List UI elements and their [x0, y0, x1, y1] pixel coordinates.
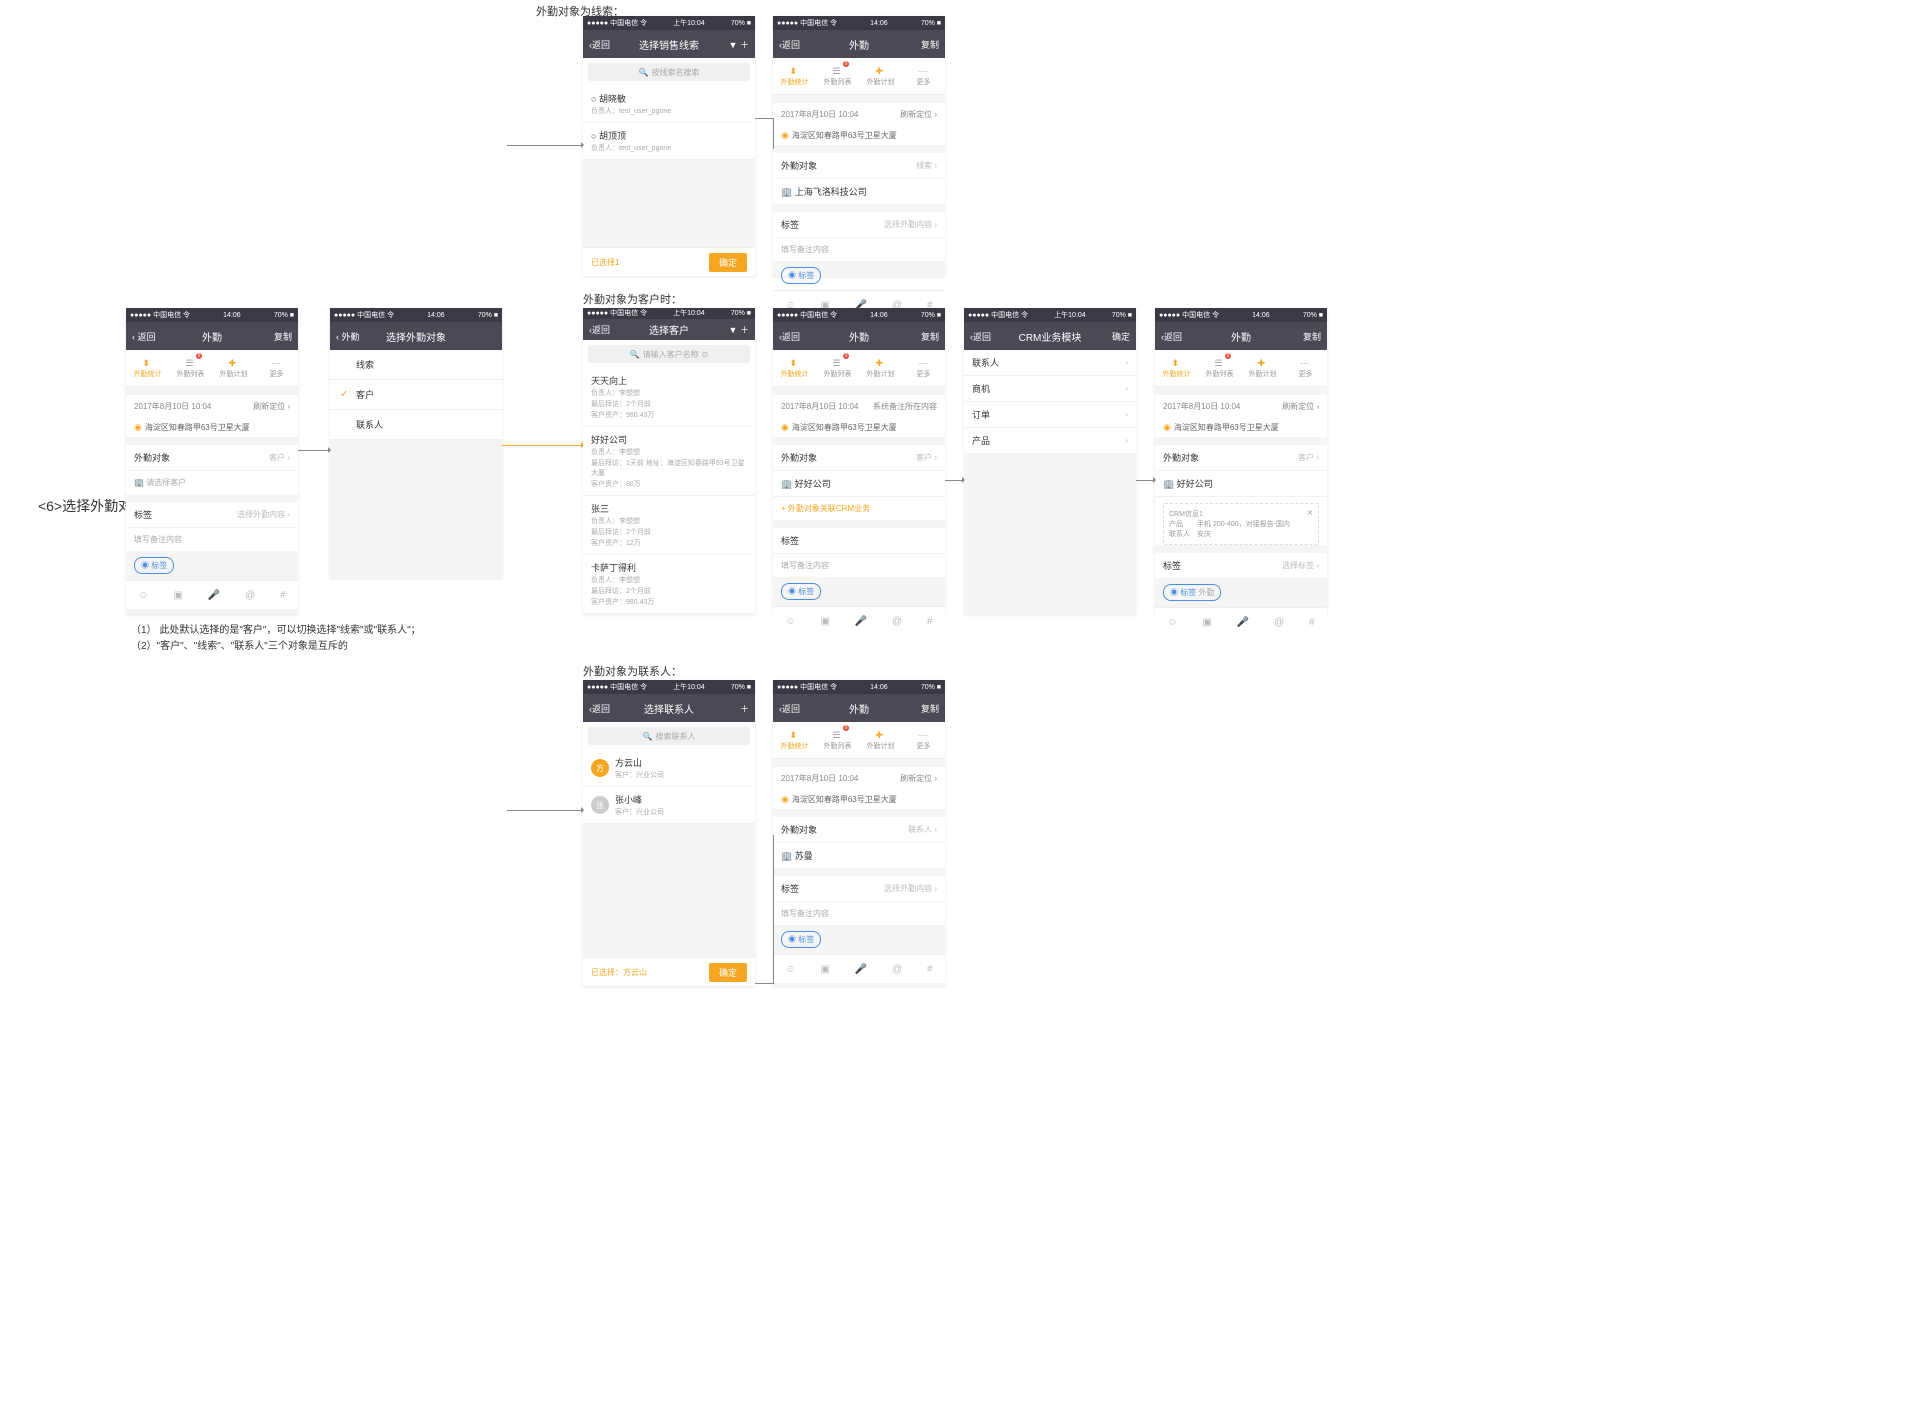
list-item[interactable]: 好好公司负责人：李想想最后拜访：1天前 地址：海淀区知春路甲63号卫星大厦客户资… [583, 427, 755, 496]
option-customer[interactable]: ✓客户 [330, 380, 502, 410]
add-crm-link[interactable]: + 外勤对象关联CRM业务 [773, 497, 945, 520]
tab-more[interactable]: ⋯更多 [255, 350, 298, 386]
confirm-button[interactable]: 确定 [709, 963, 747, 982]
list-item[interactable]: 方方云山客户：兴业公司 [583, 750, 755, 787]
tab-plan[interactable]: ✚外勤计划 [212, 350, 255, 386]
arrow-a-b [298, 450, 330, 451]
arrow-lead-to-outwork [755, 118, 774, 149]
filter-icon[interactable]: ▼ [729, 40, 738, 50]
confirm-button[interactable]: 确定 [1102, 330, 1130, 343]
phone-outwork-customer-crm: ●●●●● 中国电信 令14:0670% ■ ‹返回外勤复制 ⬍外勤统计☰9外勤… [1155, 308, 1327, 614]
arrow-contact-to-outwork [755, 835, 774, 984]
crm-option[interactable]: 联系人› [964, 350, 1136, 376]
arrow-to-contact [507, 810, 583, 811]
phone-select-target-type: ●●●●● 中国电信 令14:0670% ■ ‹ 外勤 选择外勤对象 线索 ✓客… [330, 308, 502, 578]
crm-option[interactable]: 产品› [964, 428, 1136, 453]
selected-contact: 已选择：方云山 [591, 967, 647, 978]
status-bar: ●●●●● 中国电信 令14:0670% ■ [126, 308, 298, 322]
hash-icon[interactable]: # [280, 590, 286, 601]
tab-bar: ⬍外勤统计 ☰9外勤列表 ✚外勤计划 ⋯更多 [126, 350, 298, 387]
arrow-to-lead [507, 145, 583, 146]
label-customer-scenario: 外勤对象为客户时： [583, 291, 682, 307]
back-button[interactable]: ‹返回 [779, 38, 807, 51]
phone-outwork-customer: ●●●●● 中国电信 令14:0670% ■ ‹返回外勤复制 ⬍外勤统计☰9外勤… [773, 308, 945, 614]
target-placeholder[interactable]: 🏢 请选择客户 [134, 477, 186, 488]
add-icon[interactable]: ＋ [740, 40, 749, 50]
remark-label: 标签 [134, 508, 152, 521]
nav-title: 选择外勤对象 [386, 329, 446, 344]
refresh-location[interactable]: 刷新定位 › [253, 401, 290, 412]
crm-option[interactable]: 订单› [964, 402, 1136, 428]
search-input[interactable]: 🔍 搜索联系人 [588, 727, 750, 745]
tab-stat[interactable]: ⬍外勤统计 [126, 350, 169, 386]
confirm-button[interactable]: 确定 [709, 253, 747, 272]
emoji-icon[interactable]: ☺ [138, 590, 148, 601]
phone-crm-template: ●●●●● 中国电信 令上午10:0470% ■ ‹返回CRM业务模块确定 联系… [964, 308, 1136, 614]
nav-title: 选择销售线索 [639, 37, 699, 52]
option-contact[interactable]: 联系人 [330, 410, 502, 440]
notes: （1） 此处默认选择的是"客户"，可以切换选择"线索"或"联系人"； （2）"客… [131, 623, 421, 655]
label-contact-scenario: 外勤对象为联系人： [583, 663, 682, 679]
list-item[interactable]: ○ 胡顶顶负责人：test_user_pgone [583, 123, 755, 160]
crm-card: CRM信息1✕ 产品 手机 200-400，对接报告-国内 联系人 安庆 [1163, 503, 1319, 545]
pin-icon: ◉ [134, 422, 142, 433]
search-input[interactable]: 🔍 按线索名搜索 [588, 63, 750, 81]
back-button[interactable]: ‹ 返回 [132, 330, 160, 343]
close-icon[interactable]: ✕ [1307, 509, 1313, 519]
list-item[interactable]: 卡萨丁得利负责人：李想想最后拜访：2个月前客户资产：980.43万 [583, 555, 755, 614]
phone-outwork-initial: ●●●●● 中国电信 令14:0670% ■ ‹ 返回 外勤 复制 ⬍外勤统计 … [126, 308, 298, 614]
list-item[interactable]: 张三负责人：李想想最后拜访：2个月前客户资产：12万 [583, 496, 755, 555]
target-value[interactable]: 🏢 上海飞洛科技公司 [781, 185, 867, 198]
list-item[interactable]: 张张小峰客户：兴业公司 [583, 787, 755, 824]
list-item[interactable]: ○ 胡晓敏负责人：test_user_pgone [583, 86, 755, 123]
arrow-customer-crm [945, 480, 964, 481]
crm-option[interactable]: 商机› [964, 376, 1136, 402]
toolbar: ☺ ▣ 🎤 @ # [126, 580, 298, 609]
at-icon[interactable]: @ [245, 590, 255, 601]
back-button[interactable]: ‹ 外勤 [336, 330, 364, 343]
nav-title: 外勤 [202, 329, 222, 344]
list-item[interactable]: 天天向上负责人：李想想最后拜访：2个月前客户资产：980.43万 [583, 368, 755, 427]
add-icon[interactable]: ＋ [740, 325, 749, 335]
address: 海淀区知春路甲63号卫星大厦 [145, 422, 250, 433]
selected-count: 已选择1 [591, 257, 619, 268]
back-button[interactable]: ‹返回 [589, 38, 617, 51]
phone-select-lead: ●●●●● 中国电信 令上午10:0470% ■ ‹返回 选择销售线索 ▼ ＋ … [583, 16, 755, 276]
add-icon[interactable]: ＋ [721, 702, 749, 715]
phone-outwork-contact: ●●●●● 中国电信 令14:0670% ■ ‹返回外勤复制 ⬍外勤统计☰9外勤… [773, 680, 945, 986]
tag-chip[interactable]: ◉ 标签 [134, 557, 174, 574]
content-placeholder[interactable]: 填写备注内容 [134, 534, 182, 545]
mic-icon[interactable]: 🎤 [208, 590, 220, 601]
nav-bar: ‹ 返回 外勤 复制 [126, 322, 298, 350]
arrow-b-customer [502, 445, 583, 446]
tab-list[interactable]: ☰9外勤列表 [169, 350, 212, 386]
back-button[interactable]: ‹返回 [589, 323, 617, 336]
camera-icon[interactable]: ▣ [173, 590, 182, 601]
target-type[interactable]: 客户 › [269, 452, 290, 463]
arrow-crm-final [1136, 480, 1155, 481]
filter-icon[interactable]: ▼ [729, 325, 738, 335]
search-input[interactable]: 🔍 请输入客户名称 ⊙ [588, 345, 750, 363]
phone-select-customer: ●●●●● 中国电信 令上午10:0470% ■ ‹返回选择客户▼ ＋ 🔍 请输… [583, 308, 755, 614]
phone-select-contact: ●●●●● 中国电信 令上午10:0470% ■ ‹返回选择联系人＋ 🔍 搜索联… [583, 680, 755, 986]
remark-action[interactable]: 选择外勤内容 › [237, 509, 290, 520]
option-lead[interactable]: 线索 [330, 350, 502, 380]
nav-action[interactable]: 复制 [264, 330, 292, 343]
target-label: 外勤对象 [134, 451, 170, 464]
datetime: 2017年8月10日 10:04 [134, 401, 211, 412]
phone-outwork-lead: ●●●●● 中国电信 令14:0670% ■ ‹返回外勤复制 ⬍外勤统计☰9外勤… [773, 16, 945, 276]
